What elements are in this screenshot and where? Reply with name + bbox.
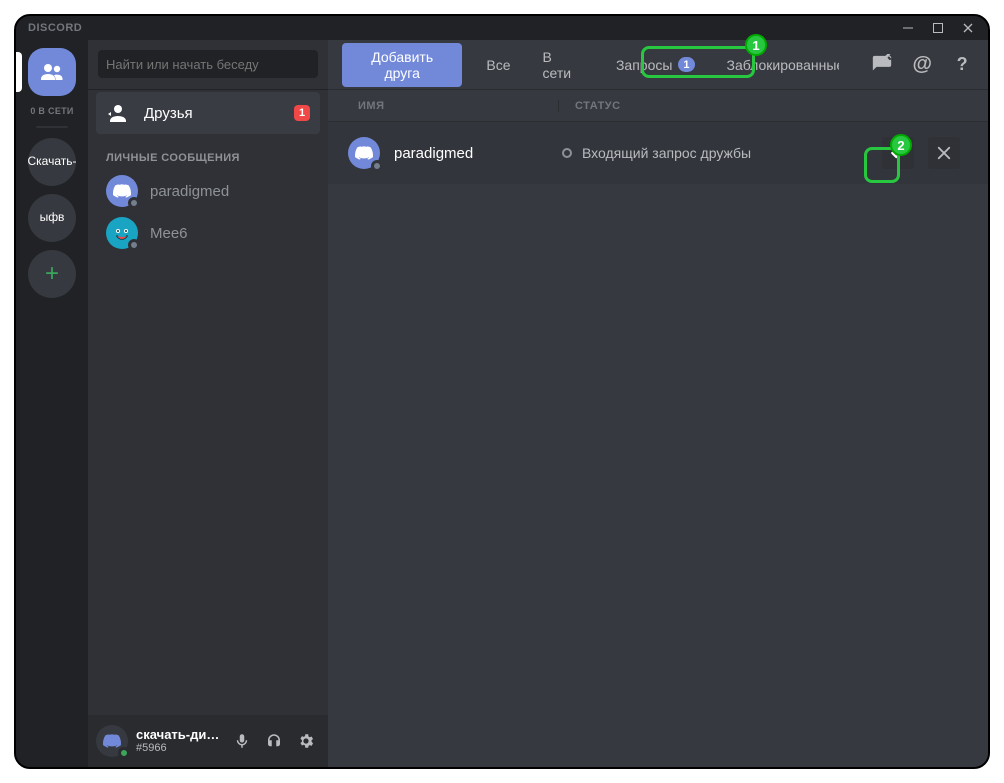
dm-item-mee6[interactable]: Mee6	[96, 213, 320, 253]
accept-request-button[interactable]	[882, 137, 914, 169]
titlebar: DISCORD	[16, 16, 988, 40]
plus-icon: +	[45, 261, 59, 287]
status-offline-icon	[128, 239, 140, 251]
tab-blocked[interactable]: Заблокированные	[719, 53, 839, 77]
main-content: Добавить друга Все В сети Запросы 1 Забл…	[328, 40, 988, 767]
dm-section-header: ЛИЧНЫЕ СООБЩЕНИЯ	[88, 134, 328, 170]
home-button[interactable]	[28, 48, 76, 96]
deafen-button[interactable]	[260, 727, 288, 755]
dm-item-paradigmed[interactable]: paradigmed	[96, 171, 320, 211]
status-offline-icon	[128, 197, 140, 209]
col-name: ИМЯ	[358, 100, 558, 112]
app-window: DISCORD 0 В СЕТИ Скачать- ыфв +	[14, 14, 990, 769]
app-title: DISCORD	[28, 22, 82, 34]
close-button[interactable]	[954, 17, 982, 39]
help-button[interactable]: ?	[950, 53, 974, 77]
dm-name: paradigmed	[150, 183, 229, 200]
minimize-button[interactable]	[894, 17, 922, 39]
maximize-button[interactable]	[924, 17, 952, 39]
user-avatar[interactable]	[96, 725, 128, 757]
dm-search-input[interactable]	[98, 50, 318, 78]
tab-all[interactable]: Все	[478, 53, 518, 77]
server-list: 0 В СЕТИ Скачать- ыфв +	[16, 40, 88, 767]
server-item-1[interactable]: ыфв	[28, 194, 76, 242]
panel-icons	[228, 727, 320, 755]
server-label: ыфв	[40, 211, 65, 224]
active-indicator	[14, 52, 22, 92]
online-count-label: 0 В СЕТИ	[30, 106, 73, 116]
friend-request-row[interactable]: paradigmed Входящий запрос дружбы	[328, 122, 988, 184]
user-name: скачать-дис...	[136, 728, 220, 742]
window-controls	[894, 17, 982, 39]
col-status: СТАТУС	[558, 100, 868, 112]
discord-logo-icon	[354, 143, 374, 163]
new-dm-button[interactable]	[871, 53, 895, 77]
add-friend-button[interactable]: Добавить друга	[342, 43, 462, 87]
server-label: Скачать-	[28, 155, 77, 168]
tab-pending[interactable]: Запросы 1	[608, 53, 703, 77]
friends-tab[interactable]: Друзья 1	[96, 92, 320, 134]
request-name: paradigmed	[394, 145, 558, 162]
add-server-button[interactable]: +	[28, 250, 76, 298]
friends-icon	[106, 101, 130, 125]
mute-button[interactable]	[228, 727, 256, 755]
server-separator	[36, 126, 68, 128]
tab-online[interactable]: В сети	[535, 45, 592, 85]
tab-pending-label: Запросы	[616, 57, 672, 73]
status-online-icon	[118, 747, 130, 759]
decline-request-button[interactable]	[928, 137, 960, 169]
check-icon	[888, 143, 908, 163]
settings-button[interactable]	[292, 727, 320, 755]
request-avatar	[348, 137, 380, 169]
dm-avatar	[106, 175, 138, 207]
friends-group-icon	[38, 58, 66, 86]
status-ring-icon	[562, 148, 572, 158]
user-panel: скачать-дис... #5966	[88, 715, 328, 767]
status-offline-icon	[371, 160, 383, 172]
topbar: Добавить друга Все В сети Запросы 1 Забл…	[328, 40, 988, 90]
friends-badge: 1	[294, 105, 310, 121]
mentions-button[interactable]: @	[910, 53, 934, 77]
dm-search-wrap	[88, 40, 328, 90]
user-tag: #5966	[136, 742, 220, 754]
friends-label: Друзья	[144, 105, 193, 122]
request-actions	[882, 137, 988, 169]
dm-avatar	[106, 217, 138, 249]
dm-column: Друзья 1 ЛИЧНЫЕ СООБЩЕНИЯ paradigmed Mee…	[88, 40, 328, 767]
dm-name: Mee6	[150, 225, 188, 242]
close-icon	[935, 144, 953, 162]
request-status: Входящий запрос дружбы	[558, 145, 882, 161]
user-meta: скачать-дис... #5966	[136, 728, 220, 754]
request-status-text: Входящий запрос дружбы	[582, 145, 751, 161]
server-item-0[interactable]: Скачать-	[28, 138, 76, 186]
tab-pending-badge: 1	[678, 57, 694, 72]
columns-header: ИМЯ СТАТУС	[328, 90, 988, 122]
